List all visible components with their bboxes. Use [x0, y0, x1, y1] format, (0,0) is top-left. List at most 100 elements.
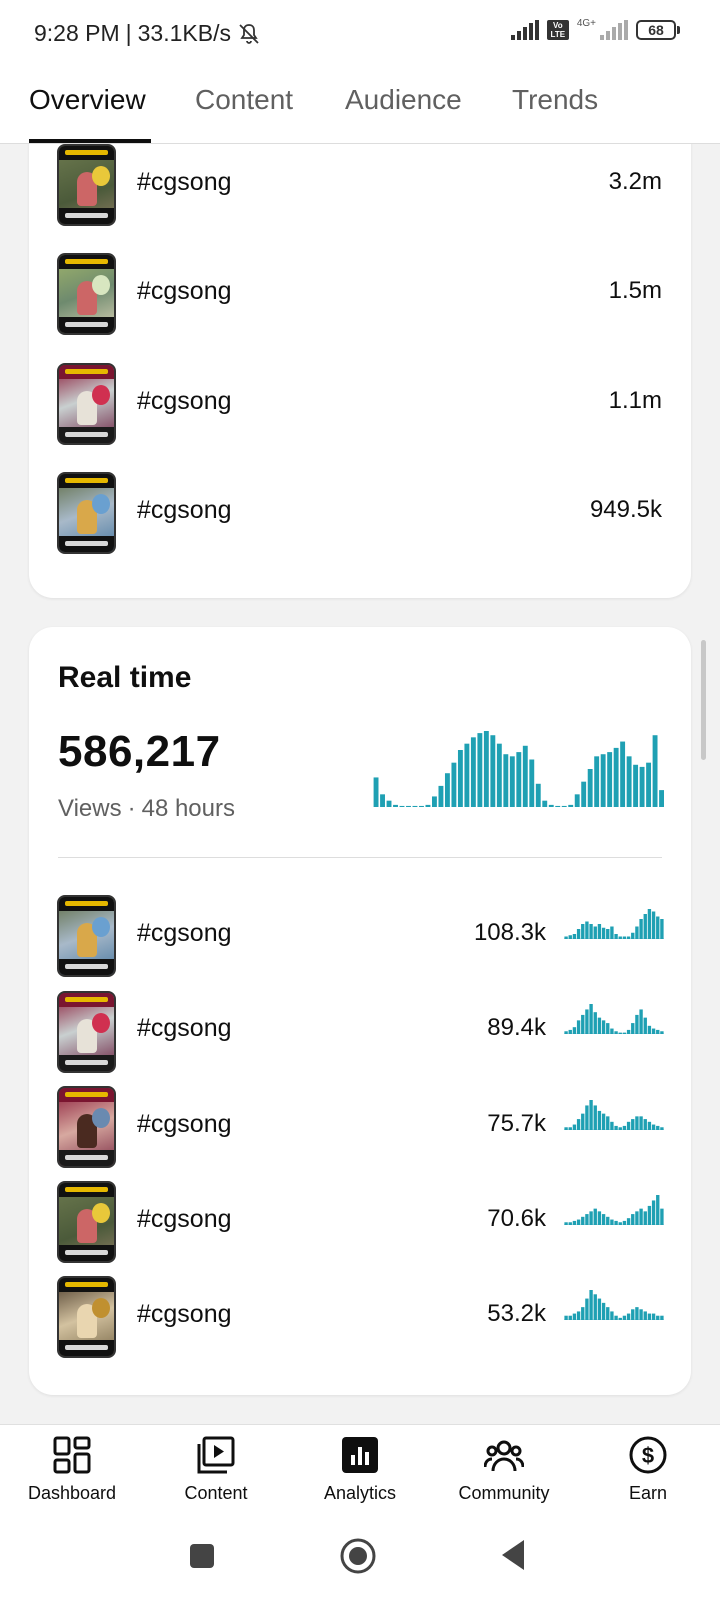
chart-bar [659, 790, 664, 807]
earn-icon: $ [629, 1436, 667, 1474]
scrollbar[interactable] [701, 640, 706, 760]
sparkline-bar [568, 1315, 572, 1320]
sparkline-bar [606, 1023, 610, 1034]
tab-trends[interactable]: Trends [512, 84, 598, 116]
video-thumbnail[interactable] [57, 1086, 116, 1168]
sparkline-bar [572, 1313, 577, 1320]
nav-dashboard[interactable]: Dashboard [0, 1435, 144, 1504]
sparkline-bar [610, 1121, 614, 1130]
sparkline-bar [656, 1125, 660, 1130]
chart-bar [399, 805, 405, 807]
video-title[interactable]: #cgsong [137, 1014, 232, 1043]
sparkline-bar [651, 1028, 656, 1034]
sparkline-bar [568, 1222, 572, 1225]
chart-bar [496, 743, 502, 807]
nav-earn[interactable]: $ Earn [576, 1435, 720, 1504]
video-title[interactable]: #cgsong [137, 277, 232, 306]
sparkline-bar [606, 1116, 610, 1130]
sparkline-bar [576, 1020, 581, 1034]
sparkline-bar [585, 1105, 589, 1130]
realtime-bar-chart[interactable] [373, 727, 665, 807]
chart-bar [373, 777, 379, 807]
sparkline-bar [593, 1208, 597, 1225]
video-views: 949.5k [589, 496, 662, 523]
video-thumbnail[interactable] [57, 363, 116, 445]
sparkline-bar [626, 1313, 631, 1320]
bottom-navigation: Dashboard Content Analytics Community $ … [0, 1424, 720, 1520]
sparkline-bar [651, 1313, 656, 1320]
nav-label: Content [184, 1483, 248, 1503]
sparkline-bar [622, 1032, 627, 1034]
video-title[interactable]: #cgsong [137, 1205, 232, 1234]
sparkline-bar [581, 1113, 585, 1130]
sparkline-bar [660, 1127, 664, 1130]
sparkline-bar [585, 921, 589, 939]
back-button[interactable] [498, 1538, 528, 1572]
sparkline-bar [585, 1298, 589, 1320]
video-thumbnail[interactable] [57, 991, 116, 1073]
sparkline-bar [564, 1222, 568, 1225]
sparkline-bar [601, 1113, 606, 1130]
chart-bar [438, 785, 444, 807]
sparkline-bar [597, 1211, 602, 1225]
video-thumbnail[interactable] [57, 1181, 116, 1263]
sparkline-bar [610, 1028, 614, 1034]
sparkline-bar [656, 1029, 660, 1034]
video-title[interactable]: #cgsong [137, 919, 232, 948]
chart-bar [451, 762, 457, 807]
sparkline-bar [635, 1307, 639, 1320]
nav-analytics[interactable]: Analytics [288, 1435, 432, 1504]
video-thumbnail[interactable] [57, 472, 116, 554]
video-thumbnail[interactable] [57, 1276, 116, 1358]
sparkline-bar [564, 1127, 568, 1130]
sparkline-bar [660, 1031, 664, 1034]
nav-content[interactable]: Content [144, 1435, 288, 1504]
nav-label: Analytics [323, 1483, 397, 1503]
sparkline-bar [651, 911, 656, 939]
chart-bar [444, 773, 450, 807]
video-title[interactable]: #cgsong [137, 1300, 232, 1329]
sparkline-bar [606, 929, 610, 939]
clock: 9:28 PM [34, 20, 120, 46]
sparkline-bar [618, 1317, 622, 1320]
tab-overview[interactable]: Overview [29, 84, 146, 116]
sparkline-bar [643, 1311, 647, 1320]
chart-bar [555, 805, 561, 807]
sparkline-bar [626, 1121, 631, 1130]
sparkline-bar [610, 926, 614, 939]
chart-bar [574, 794, 580, 807]
sparkline-bar [631, 1214, 635, 1225]
sparkline-bar [576, 1119, 581, 1130]
video-title[interactable]: #cgsong [137, 1110, 232, 1139]
sparkline-bar [564, 936, 568, 939]
sparkline-bar [614, 1125, 618, 1130]
video-thumbnail[interactable] [57, 144, 116, 226]
sparkline-bar [656, 1195, 660, 1225]
chart-bar [620, 741, 626, 807]
home-button[interactable] [338, 1536, 378, 1576]
tab-audience[interactable]: Audience [345, 84, 462, 116]
video-title[interactable]: #cgsong [137, 168, 232, 197]
sparkline-bar [651, 1124, 656, 1130]
chart-bar [587, 769, 593, 807]
sparkline-bar [614, 1315, 618, 1320]
sparkline-bar [610, 1311, 614, 1320]
realtime-subtitle: Views · 48 hours [58, 795, 235, 823]
chart-bar [509, 756, 515, 807]
video-thumbnail[interactable] [57, 253, 116, 335]
sparkline-bar [647, 1025, 652, 1034]
video-title[interactable]: #cgsong [137, 387, 232, 416]
video-sparkline [564, 1100, 664, 1130]
chart-bar [613, 747, 619, 807]
sparkline-bar [631, 1309, 635, 1320]
video-thumbnail[interactable] [57, 895, 116, 977]
bell-off-icon [239, 23, 259, 44]
tab-content[interactable]: Content [195, 84, 293, 116]
recents-button[interactable] [188, 1542, 216, 1570]
sparkline-bar [572, 934, 577, 939]
nav-community[interactable]: Community [432, 1435, 576, 1504]
community-icon [484, 1440, 524, 1472]
chart-bar [380, 794, 385, 807]
video-realtime-views: 70.6k [487, 1205, 546, 1232]
video-title[interactable]: #cgsong [137, 496, 232, 525]
